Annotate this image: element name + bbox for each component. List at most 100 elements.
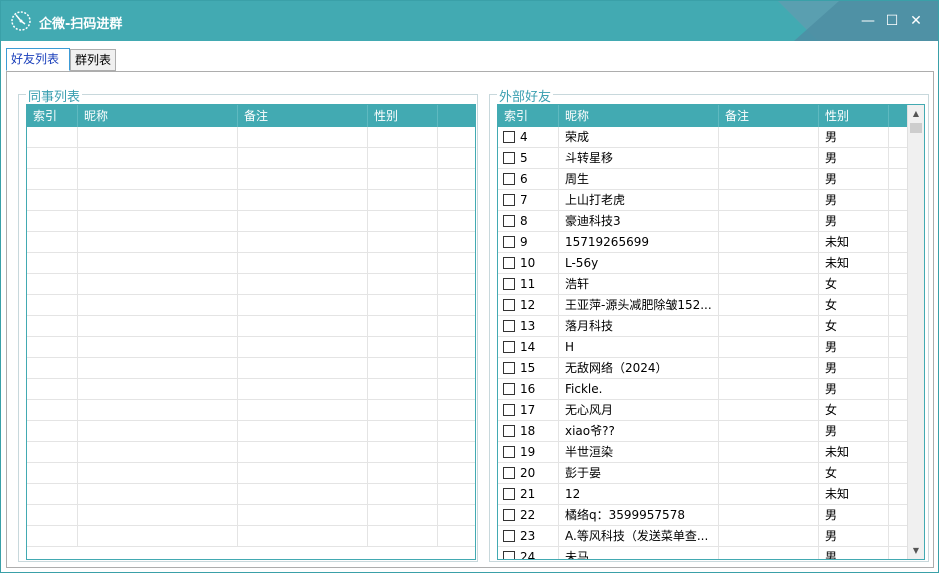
table-row[interactable]: 13 落月科技 女: [498, 316, 909, 337]
table-row[interactable]: [27, 127, 475, 148]
table-cell: [27, 232, 78, 253]
table-row[interactable]: [27, 526, 475, 547]
scroll-down-arrow-icon[interactable]: ▼: [908, 542, 924, 559]
table-row[interactable]: 10 L-56y 未知: [498, 253, 909, 274]
table-row[interactable]: [27, 295, 475, 316]
table-row[interactable]: [27, 253, 475, 274]
column-header-gender[interactable]: 性别: [819, 105, 889, 127]
row-checkbox[interactable]: [503, 509, 515, 521]
row-checkbox[interactable]: [503, 530, 515, 542]
tab-group-list[interactable]: 群列表: [70, 49, 116, 71]
table-row[interactable]: 21 12 未知: [498, 484, 909, 505]
table-cell: [438, 358, 475, 379]
maximize-button[interactable]: ☐: [884, 13, 900, 29]
table-row[interactable]: 14 H 男: [498, 337, 909, 358]
table-row[interactable]: [27, 211, 475, 232]
table-row[interactable]: [27, 358, 475, 379]
filler-cell: [889, 400, 909, 421]
row-checkbox[interactable]: [503, 173, 515, 185]
table-cell: [27, 169, 78, 190]
row-checkbox[interactable]: [503, 488, 515, 500]
gender-cell: 女: [819, 295, 889, 316]
table-row[interactable]: [27, 190, 475, 211]
table-row[interactable]: [27, 442, 475, 463]
title-bar[interactable]: 企微-扫码进群 — ☐ ✕: [1, 1, 938, 41]
row-checkbox[interactable]: [503, 383, 515, 395]
column-header-nickname[interactable]: 昵称: [78, 105, 238, 127]
table-row[interactable]: [27, 505, 475, 526]
index-text: 10: [520, 256, 536, 270]
row-checkbox[interactable]: [503, 215, 515, 227]
table-row[interactable]: [27, 274, 475, 295]
row-checkbox[interactable]: [503, 404, 515, 416]
table-cell: [238, 505, 368, 526]
table-row[interactable]: 22 橘络q：3599957578 男: [498, 505, 909, 526]
column-header-nickname[interactable]: 昵称: [559, 105, 719, 127]
table-row[interactable]: 8 豪迪科技3 男: [498, 211, 909, 232]
scrollbar-thumb[interactable]: [910, 123, 922, 133]
minimize-button[interactable]: —: [860, 13, 876, 29]
table-row[interactable]: 24 未马 男: [498, 547, 909, 559]
table-row[interactable]: 15 无敌网络（2024） 男: [498, 358, 909, 379]
row-checkbox[interactable]: [503, 467, 515, 479]
column-header-gender[interactable]: 性别: [368, 105, 438, 127]
row-checkbox[interactable]: [503, 236, 515, 248]
row-checkbox[interactable]: [503, 131, 515, 143]
row-checkbox[interactable]: [503, 194, 515, 206]
column-header-note[interactable]: 备注: [238, 105, 368, 127]
table-row[interactable]: [27, 421, 475, 442]
table-row[interactable]: [27, 379, 475, 400]
table-row[interactable]: 6 周生 男: [498, 169, 909, 190]
nickname-cell: 12: [559, 484, 719, 505]
external-grid[interactable]: 索引 昵称 备注 性别 4 荣成男 5 斗转星移男 6 周生男 7 上山打老虎男 8 豪迪科技3 男…: [497, 104, 925, 560]
table-row[interactable]: [27, 463, 475, 484]
table-row[interactable]: 12 王亚萍-源头减肥除皱152... 女: [498, 295, 909, 316]
filler-cell: [889, 358, 909, 379]
column-header-index[interactable]: 索引: [27, 105, 78, 127]
row-checkbox[interactable]: [503, 257, 515, 269]
close-button[interactable]: ✕: [908, 13, 924, 29]
column-header-index[interactable]: 索引: [498, 105, 559, 127]
row-checkbox[interactable]: [503, 320, 515, 332]
tab-friend-list[interactable]: 好友列表: [6, 48, 70, 71]
index-cell: 21: [498, 484, 559, 505]
table-row[interactable]: 20 彭于晏 女: [498, 463, 909, 484]
scroll-up-arrow-icon[interactable]: ▲: [908, 105, 924, 122]
table-row[interactable]: [27, 148, 475, 169]
table-row[interactable]: [27, 484, 475, 505]
row-checkbox[interactable]: [503, 278, 515, 290]
row-checkbox[interactable]: [503, 299, 515, 311]
clock-icon: [11, 11, 31, 31]
table-cell: [438, 211, 475, 232]
table-row[interactable]: [27, 232, 475, 253]
nickname-cell: 半世洹染: [559, 442, 719, 463]
table-row[interactable]: [27, 169, 475, 190]
index-cell: 11: [498, 274, 559, 295]
row-checkbox[interactable]: [503, 551, 515, 559]
row-checkbox[interactable]: [503, 446, 515, 458]
table-row[interactable]: 7 上山打老虎 男: [498, 190, 909, 211]
table-row[interactable]: 16 Fickle. 男: [498, 379, 909, 400]
row-checkbox[interactable]: [503, 152, 515, 164]
table-row[interactable]: 19 半世洹染 未知: [498, 442, 909, 463]
table-row[interactable]: [27, 400, 475, 421]
row-checkbox[interactable]: [503, 362, 515, 374]
table-row[interactable]: 17 无心风月 女: [498, 400, 909, 421]
vertical-scrollbar[interactable]: ▲ ▼: [907, 105, 924, 559]
colleague-grid[interactable]: 索引 昵称 备注 性别: [26, 104, 476, 560]
index-cell: 16: [498, 379, 559, 400]
table-row[interactable]: 18 xiao爷?? 男: [498, 421, 909, 442]
table-row[interactable]: 11 浩轩 女: [498, 274, 909, 295]
table-row[interactable]: 4 荣成 男: [498, 127, 909, 148]
table-row[interactable]: [27, 316, 475, 337]
column-header-note[interactable]: 备注: [719, 105, 819, 127]
table-cell: [27, 505, 78, 526]
row-checkbox[interactable]: [503, 425, 515, 437]
table-row[interactable]: [27, 337, 475, 358]
table-row[interactable]: 23 A.等风科技（发送菜单查... 男: [498, 526, 909, 547]
external-group-title: 外部好友: [497, 86, 554, 105]
table-row[interactable]: 9 15719265699 未知: [498, 232, 909, 253]
table-row[interactable]: 5 斗转星移 男: [498, 148, 909, 169]
table-cell: [78, 127, 238, 148]
row-checkbox[interactable]: [503, 341, 515, 353]
